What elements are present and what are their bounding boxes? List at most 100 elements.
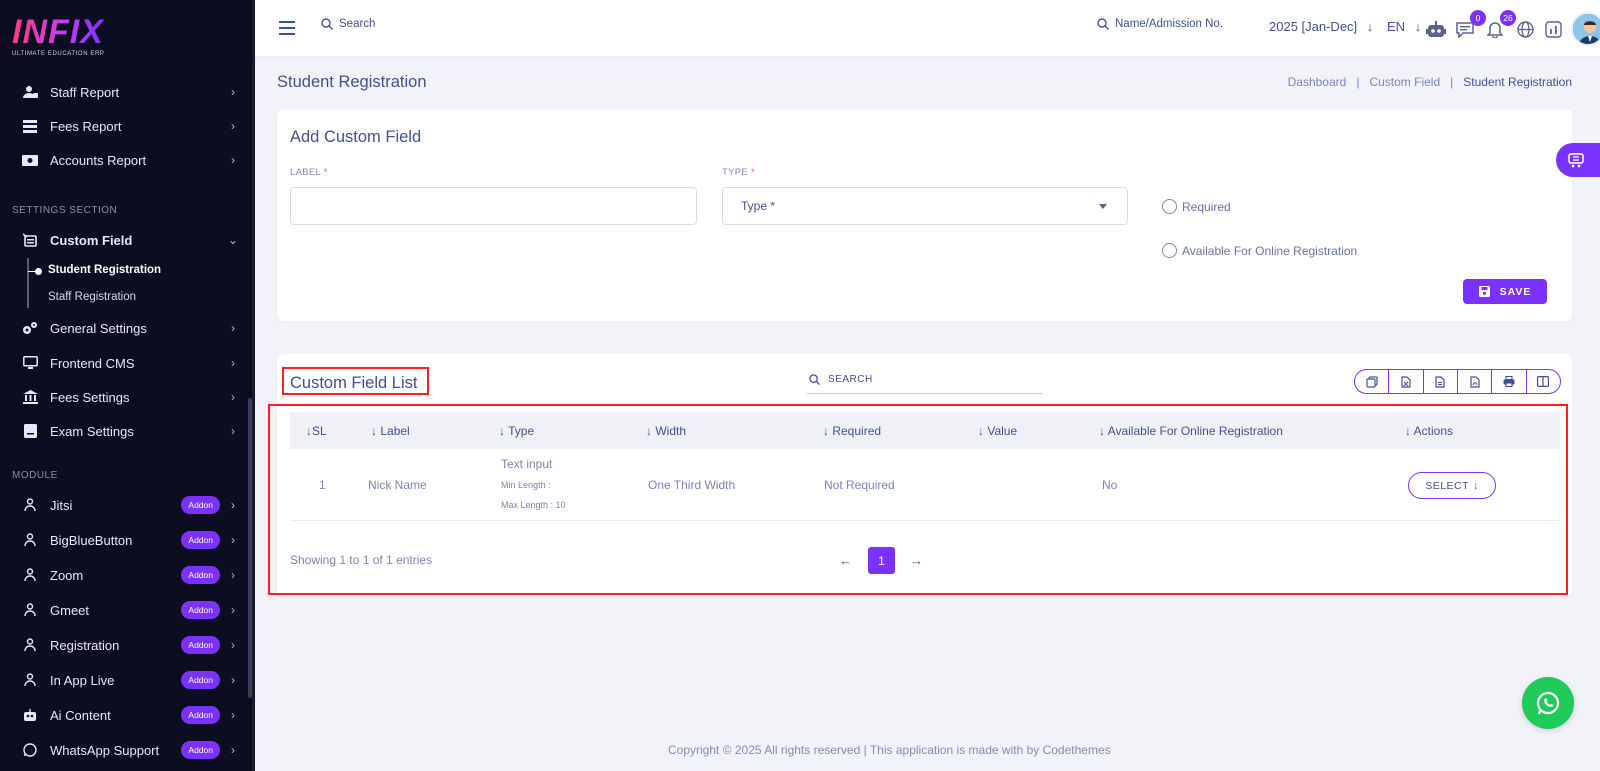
module-icon	[22, 497, 38, 513]
csv-icon	[1435, 375, 1445, 388]
sidebar-item-frontend-cms[interactable]: Frontend CMS ›	[0, 349, 240, 377]
breadcrumb-separator: |	[1450, 75, 1454, 89]
sidebar-item-label: Accounts Report	[50, 152, 147, 168]
robot-icon	[22, 707, 38, 723]
required-radio[interactable]: Required	[1162, 199, 1231, 214]
sidebar-item-staff-report[interactable]: Staff Report ›	[0, 78, 240, 106]
required-radio-label: Required	[1182, 199, 1231, 214]
sidebar-item-zoom[interactable]: Zoom Addon ›	[0, 561, 240, 589]
addon-badge: Addon	[181, 671, 220, 689]
submenu-tree-line	[27, 258, 29, 308]
brand-logo[interactable]: INFIX ULTIMATE EDUCATION ERP	[12, 14, 105, 57]
chevron-right-icon: ›	[231, 85, 235, 99]
sidebar-item-ai-content[interactable]: Ai Content Addon ›	[0, 701, 240, 729]
sidebar-item-label: BigBlueButton	[50, 532, 133, 548]
copy-button[interactable]	[1355, 370, 1390, 393]
addon-badge: Addon	[181, 741, 220, 759]
online-registration-radio[interactable]: Available For Online Registration	[1162, 243, 1357, 258]
chevron-right-icon: ›	[231, 119, 235, 133]
sidebar-item-in-app-live[interactable]: In App Live Addon ›	[0, 666, 240, 694]
radio-circle	[1162, 199, 1177, 214]
type-field-label: TYPE *	[722, 167, 755, 178]
header-search[interactable]: Search	[321, 18, 375, 30]
sidebar-item-label: In App Live	[50, 672, 115, 688]
language-select[interactable]: EN ↓	[1387, 19, 1421, 34]
breadcrumb-separator: |	[1356, 75, 1360, 89]
sidebar-item-label: Jitsi	[50, 497, 73, 513]
sidebar-item-general-settings[interactable]: General Settings ›	[0, 314, 240, 342]
chevron-right-icon: ›	[231, 424, 235, 438]
excel-button[interactable]	[1389, 370, 1424, 393]
breadcrumb-current: Student Registration	[1463, 75, 1572, 89]
menu-toggle-icon[interactable]	[279, 21, 295, 35]
label-input[interactable]	[290, 187, 697, 225]
export-button-group	[1354, 369, 1561, 394]
sidebar-item-label: Frontend CMS	[50, 355, 135, 371]
monitor-icon	[22, 355, 38, 371]
sidebar-item-fees-settings[interactable]: Fees Settings ›	[0, 383, 240, 411]
chevron-right-icon: ›	[231, 708, 235, 722]
chevron-right-icon: ›	[231, 568, 235, 582]
sidebar-item-accounts-report[interactable]: Accounts Report ›	[0, 146, 240, 174]
submenu-active-dot	[35, 268, 42, 275]
pdf-button[interactable]	[1458, 370, 1493, 393]
whatsapp-icon	[22, 742, 38, 758]
custom-field-icon	[22, 232, 38, 248]
cart-icon	[1568, 152, 1584, 167]
sidebar-item-gmeet[interactable]: Gmeet Addon ›	[0, 596, 240, 624]
save-button[interactable]: SAVE	[1463, 279, 1547, 304]
academic-year-select[interactable]: 2025 [Jan-Dec] ↓	[1269, 19, 1373, 34]
chevron-right-icon: ›	[231, 743, 235, 757]
notification-bell-icon[interactable]: 26	[1484, 10, 1516, 40]
user-avatar[interactable]	[1571, 12, 1600, 46]
module-icon	[22, 532, 38, 548]
sidebar-item-label: Exam Settings	[50, 423, 134, 439]
messages-icon[interactable]: 0	[1454, 10, 1486, 40]
sidebar-item-registration[interactable]: Registration Addon ›	[0, 631, 240, 659]
floating-cart-button[interactable]	[1556, 143, 1600, 177]
sidebar-item-label: Gmeet	[50, 602, 90, 618]
chevron-right-icon: ›	[231, 321, 235, 335]
addon-badge: Addon	[181, 566, 220, 584]
globe-icon[interactable]	[1514, 18, 1536, 40]
caret-down-icon	[1099, 204, 1107, 209]
list-search-input[interactable]: SEARCH	[807, 366, 1043, 394]
academic-year-value: 2025 [Jan-Dec]	[1269, 19, 1358, 34]
breadcrumb-dashboard[interactable]: Dashboard	[1288, 75, 1347, 89]
print-button[interactable]	[1492, 370, 1527, 393]
ai-robot-icon[interactable]	[1425, 18, 1447, 40]
sidebar-item-exam-settings[interactable]: Exam Settings ›	[0, 417, 240, 445]
sidebar-subitem-student-registration[interactable]: Student Registration	[48, 264, 161, 276]
whatsapp-chat-button[interactable]	[1522, 677, 1574, 729]
column-visibility-button[interactable]	[1527, 370, 1560, 393]
csv-button[interactable]	[1424, 370, 1458, 393]
type-select[interactable]: Type *	[722, 187, 1128, 225]
addon-badge: Addon	[181, 636, 220, 654]
sidebar-item-whatsapp-support[interactable]: WhatsApp Support Addon ›	[0, 736, 240, 764]
list-search-placeholder: SEARCH	[828, 374, 873, 385]
dashboard-chart-icon[interactable]	[1542, 18, 1564, 40]
print-icon	[1503, 376, 1515, 387]
search-icon	[1097, 18, 1109, 30]
pdf-icon	[1470, 375, 1480, 388]
page-title: Student Registration	[277, 73, 427, 91]
chevron-right-icon: ›	[231, 533, 235, 547]
settings-section-title: SETTINGS SECTION	[12, 205, 118, 216]
brand-tagline: ULTIMATE EDUCATION ERP	[12, 51, 105, 57]
sidebar-item-custom-field[interactable]: Custom Field ⌄	[0, 226, 240, 254]
excel-icon	[1401, 375, 1411, 388]
brand-name: INFIX	[12, 13, 104, 51]
sidebar-item-fees-report[interactable]: Fees Report ›	[0, 112, 240, 140]
columns-icon	[1537, 376, 1550, 387]
chevron-right-icon: ›	[231, 153, 235, 167]
breadcrumb-custom-field[interactable]: Custom Field	[1369, 75, 1440, 89]
whatsapp-icon	[1536, 691, 1560, 715]
chevron-right-icon: ›	[231, 673, 235, 687]
student-search[interactable]: Name/Admission No.	[1097, 18, 1223, 30]
sidebar-item-jitsi[interactable]: Jitsi Addon ›	[0, 491, 240, 519]
sidebar-item-bigbluebutton[interactable]: BigBlueButton Addon ›	[0, 526, 240, 554]
sidebar-subitem-staff-registration[interactable]: Staff Registration	[48, 291, 136, 303]
sidebar-item-label: Fees Report	[50, 118, 122, 134]
sidebar-item-label: Staff Report	[50, 84, 120, 100]
bank-icon	[22, 389, 38, 405]
